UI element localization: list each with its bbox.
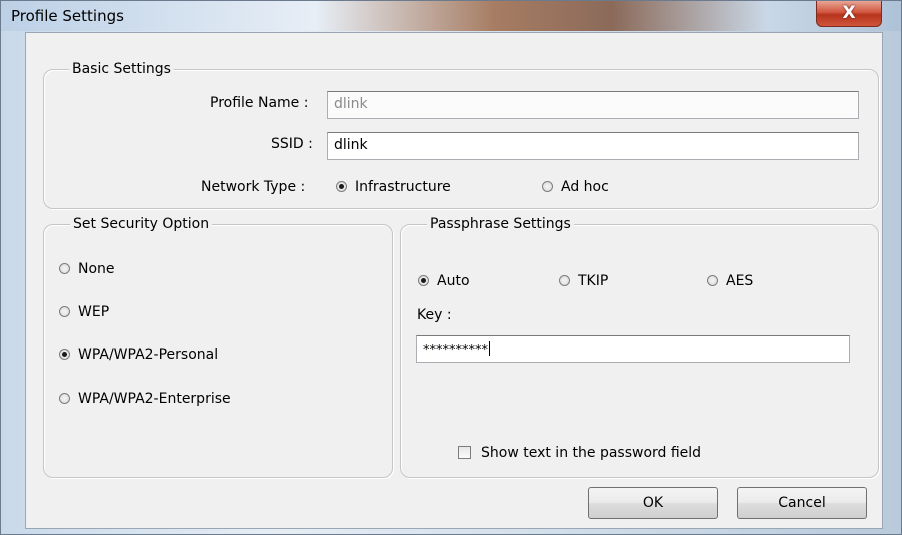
- close-button[interactable]: X: [816, 1, 882, 27]
- radio-unselected-icon: [559, 275, 570, 286]
- profile-name-label: Profile Name :: [210, 95, 309, 111]
- key-label: Key :: [417, 307, 452, 323]
- radio-security-wpa-personal[interactable]: WPA/WPA2-Personal: [59, 347, 218, 363]
- radio-selected-icon: [59, 349, 70, 360]
- text-cursor: [489, 341, 490, 356]
- radio-cipher-aes[interactable]: AES: [707, 273, 753, 289]
- security-option-legend: Set Security Option: [70, 215, 213, 233]
- radio-unselected-icon: [59, 263, 70, 274]
- radio-cipher-auto[interactable]: Auto: [418, 273, 470, 289]
- radio-unselected-icon: [59, 306, 70, 317]
- key-field[interactable]: **********: [416, 335, 850, 363]
- title-bar[interactable]: Profile Settings: [1, 1, 901, 31]
- radio-security-wep[interactable]: WEP: [59, 304, 109, 320]
- key-value: **********: [423, 343, 488, 358]
- dialog-body: Basic Settings Profile Name : dlink SSID…: [25, 32, 883, 529]
- cancel-button[interactable]: Cancel: [737, 487, 867, 519]
- radio-security-wpa-personal-label: WPA/WPA2-Personal: [78, 347, 219, 363]
- radio-security-wep-label: WEP: [78, 304, 110, 320]
- show-text-checkbox[interactable]: Show text in the password field: [458, 445, 701, 461]
- radio-unselected-icon: [707, 275, 718, 286]
- radio-infrastructure[interactable]: Infrastructure: [336, 179, 451, 195]
- radio-security-none[interactable]: None: [59, 261, 115, 277]
- ssid-value: dlink: [334, 137, 368, 153]
- window-title: Profile Settings: [11, 7, 124, 25]
- radio-selected-icon: [418, 275, 429, 286]
- radio-selected-icon: [336, 181, 347, 192]
- radio-cipher-tkip-label: TKIP: [578, 273, 609, 289]
- passphrase-settings-legend: Passphrase Settings: [427, 215, 574, 233]
- radio-cipher-tkip[interactable]: TKIP: [559, 273, 608, 289]
- radio-security-wpa-enterprise-label: WPA/WPA2-Enterprise: [78, 391, 231, 407]
- ssid-label: SSID :: [271, 136, 313, 152]
- radio-ad-hoc-label: Ad hoc: [561, 179, 609, 195]
- ssid-field[interactable]: dlink: [327, 132, 859, 160]
- radio-cipher-aes-label: AES: [726, 273, 754, 289]
- profile-name-field[interactable]: dlink: [327, 91, 859, 119]
- network-type-label: Network Type :: [201, 179, 306, 195]
- profile-settings-window: Profile Settings X Basic Settings Profil…: [0, 0, 902, 535]
- profile-name-value: dlink: [334, 96, 368, 112]
- ok-button[interactable]: OK: [588, 487, 718, 519]
- radio-cipher-auto-label: Auto: [437, 273, 470, 289]
- show-text-label: Show text in the password field: [481, 445, 702, 461]
- radio-infrastructure-label: Infrastructure: [355, 179, 451, 195]
- radio-unselected-icon: [59, 393, 70, 404]
- basic-settings-legend: Basic Settings: [69, 60, 174, 78]
- radio-security-wpa-enterprise[interactable]: WPA/WPA2-Enterprise: [59, 391, 231, 407]
- checkbox-icon: [458, 446, 471, 459]
- radio-unselected-icon: [542, 181, 553, 192]
- radio-ad-hoc[interactable]: Ad hoc: [542, 179, 609, 195]
- radio-security-none-label: None: [78, 261, 115, 277]
- close-icon: X: [842, 3, 856, 23]
